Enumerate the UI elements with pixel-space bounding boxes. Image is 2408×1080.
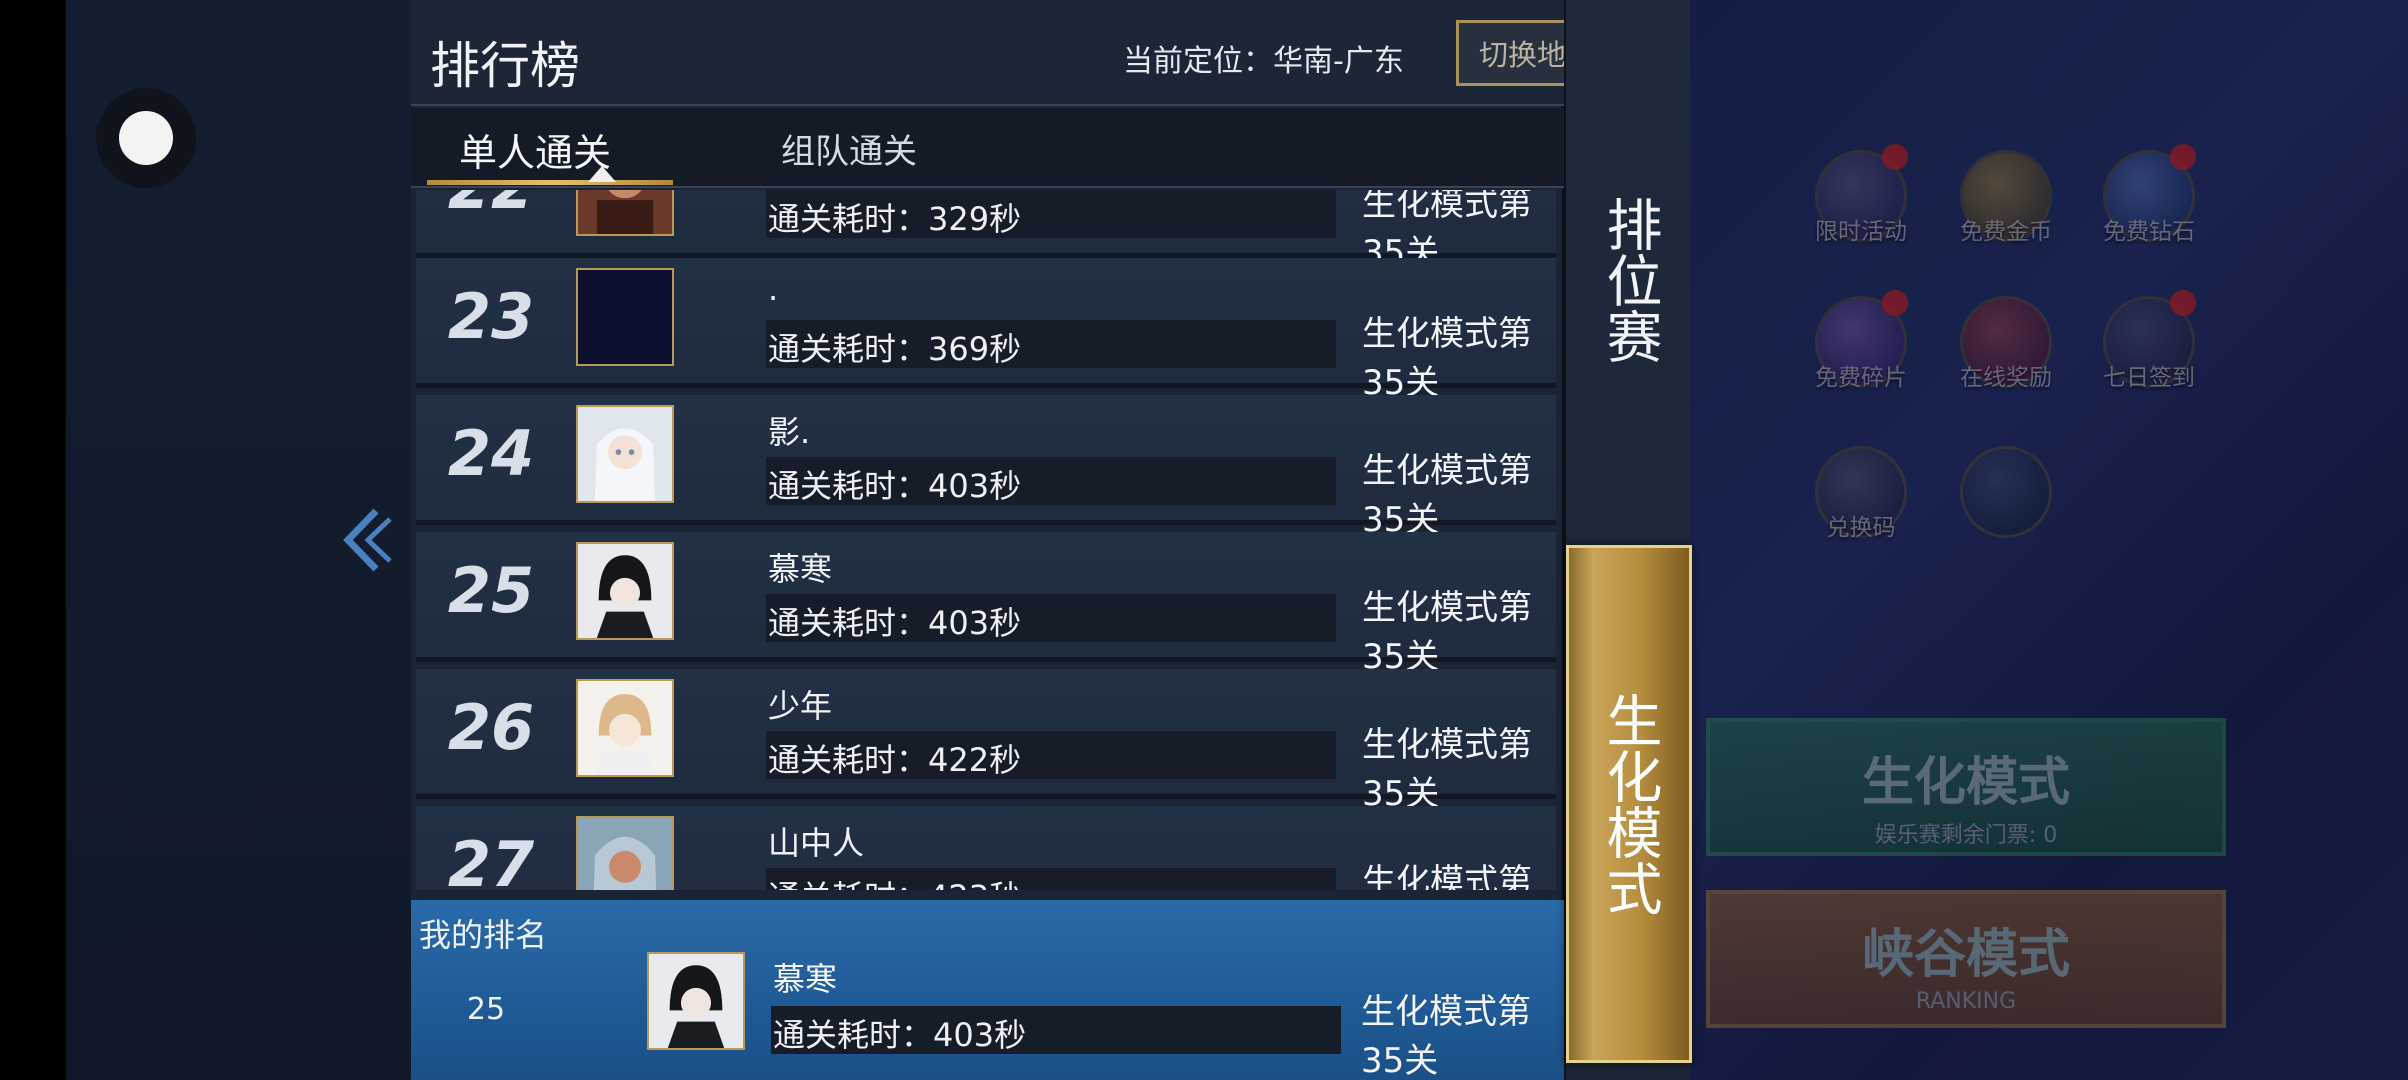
rank-number: 23 <box>447 280 535 353</box>
clear-time: 通关耗时：423秒 <box>768 872 1021 890</box>
leaderboard-list[interactable]: 22 通关耗时：329秒 生化模式第35关 23 . 通关耗时：369秒 生化模… <box>411 190 1564 890</box>
rank-number: 24 <box>447 417 535 490</box>
list-item[interactable]: 27 山中人 通关耗时：423秒 生化模式第35关 <box>416 806 1556 890</box>
player-avatar <box>576 190 674 236</box>
back-arrow-icon[interactable] <box>336 505 396 575</box>
player-avatar <box>576 679 674 777</box>
page-title: 排行榜 <box>430 37 580 95</box>
my-player-name: 慕寒 <box>773 960 838 998</box>
free-fragments-label: 免费碎片 <box>1815 365 1907 391</box>
free-diamonds-label: 免费钻石 <box>2103 219 2195 245</box>
tab-divider <box>411 186 1564 188</box>
clear-time: 通关耗时：403秒 <box>768 604 1022 642</box>
stage-label: 生化模式第35关 <box>1362 314 1532 403</box>
player-name: 影. <box>768 413 811 451</box>
notification-badge <box>2170 144 2196 170</box>
limited-event-button[interactable]: 限时活动 <box>1806 144 1916 246</box>
online-reward-label: 在线奖励 <box>1960 365 2052 391</box>
notification-badge <box>1882 144 1908 170</box>
tab-bio-mode-label: 生化模式 <box>1597 692 1662 916</box>
notification-badge <box>2170 290 2196 316</box>
clear-time: 通关耗时：403秒 <box>768 467 1022 505</box>
stage-label: 生化模式第35关 <box>1362 862 1532 890</box>
gorge-mode-card-subtitle: RANKING <box>1915 989 2017 1014</box>
seven-day-signin-label: 七日签到 <box>2103 365 2195 391</box>
list-item[interactable]: 25 慕寒 通关耗时：403秒 生化模式第35关 <box>416 532 1556 677</box>
clear-time: 通关耗时：329秒 <box>768 200 1022 238</box>
active-tab-indicator <box>427 180 673 185</box>
redeem-code-label: 兑换码 <box>1826 515 1896 541</box>
my-rank-label: 我的排名 <box>419 916 548 954</box>
tab-ranked[interactable]: 排位赛 <box>1566 180 1692 380</box>
list-item[interactable]: 22 通关耗时：329秒 生化模式第35关 <box>416 190 1556 273</box>
player-avatar <box>576 405 674 503</box>
rank-number: 25 <box>447 554 535 627</box>
my-stage-label: 生化模式第35关 <box>1361 992 1531 1080</box>
tab-team-clear[interactable]: 组队通关 <box>781 124 917 173</box>
free-coins-label: 免费金币 <box>1960 219 2052 245</box>
limited-event-label: 限时活动 <box>1815 219 1907 245</box>
rank-number: 27 <box>447 828 535 890</box>
tab-ranked-label: 排位赛 <box>1597 196 1662 364</box>
seven-day-signin-button[interactable]: 七日签到 <box>2094 290 2204 392</box>
stage-label: 生化模式第35关 <box>1362 451 1532 540</box>
current-location: 当前定位：华南-广东 <box>1123 44 1404 79</box>
list-item[interactable]: 23 . 通关耗时：369秒 生化模式第35关 <box>416 258 1556 403</box>
leaderboard-panel: 排行榜 当前定位：华南-广东 切换地区 单人通关 组队通关 22 通关耗时：32… <box>411 0 1618 1080</box>
player-avatar <box>576 268 674 366</box>
player-name: . <box>768 270 779 308</box>
redeem-code-button[interactable]: 兑换码 <box>1806 446 1916 542</box>
player-name: 山中人 <box>768 824 865 862</box>
bio-mode-card[interactable]: 生化模式 娱乐赛剩余门票: 0 <box>1706 718 2226 856</box>
player-avatar <box>576 816 674 890</box>
gorge-mode-card-title: 峡谷模式 <box>1861 925 2070 985</box>
record-dot-icon <box>119 111 173 165</box>
clear-time: 通关耗时：369秒 <box>768 330 1022 368</box>
bio-mode-card-title: 生化模式 <box>1861 753 2070 813</box>
my-rank-row: 我的排名 25 慕寒 通关耗时：403秒 生化模式第35关 <box>411 900 1564 1080</box>
online-reward-button[interactable]: 在线奖励 <box>1951 296 2061 392</box>
player-avatar <box>576 542 674 640</box>
list-item[interactable]: 24 影. 通关耗时：403秒 生化模式第35关 <box>416 395 1556 540</box>
leaderboard-header: 排行榜 当前定位：华南-广东 切换地区 <box>411 0 1618 106</box>
gorge-mode-card[interactable]: 峡谷模式 RANKING <box>1706 890 2226 1028</box>
my-avatar <box>647 952 745 1050</box>
caret-up-icon <box>588 166 616 182</box>
lobby-right-backdrop: + 限时活动 免费金币 免费钻石 免费碎片 在线奖励 七日签到 <box>1686 0 2408 1080</box>
free-fragments-button[interactable]: 免费碎片 <box>1806 290 1916 392</box>
sound-button[interactable] <box>1951 446 2061 538</box>
my-clear-time: 通关耗时：403秒 <box>773 1016 1027 1054</box>
stage-label: 生化模式第35关 <box>1362 725 1532 814</box>
player-name: 少年 <box>768 687 833 725</box>
list-item[interactable]: 26 少年 通关耗时：422秒 生化模式第35关 <box>416 669 1556 814</box>
rank-number: 22 <box>416 190 566 223</box>
rank-number: 26 <box>447 691 535 764</box>
tab-bio-mode[interactable]: 生化模式 <box>1566 545 1692 1063</box>
player-name: 慕寒 <box>768 550 833 588</box>
bio-mode-card-subtitle: 娱乐赛剩余门票: 0 <box>1874 823 2058 848</box>
leaderboard-tabs: 单人通关 组队通关 <box>411 108 1564 188</box>
clear-time: 通关耗时：422秒 <box>768 741 1022 779</box>
free-diamonds-button[interactable]: 免费钻石 <box>2094 144 2204 246</box>
mode-side-tabs: 排位赛 生化模式 <box>1564 0 1692 1080</box>
screen-record-button[interactable] <box>96 88 196 188</box>
notification-badge <box>1882 290 1908 316</box>
my-rank-number: 25 <box>466 992 506 1027</box>
stage-label: 生化模式第35关 <box>1362 588 1532 677</box>
game-screen: + 限时活动 免费金币 免费钻石 免费碎片 在线奖励 七日签到 <box>66 0 2408 1080</box>
sound-icon <box>1960 446 2052 538</box>
free-coins-button[interactable]: 免费金币 <box>1951 150 2061 246</box>
